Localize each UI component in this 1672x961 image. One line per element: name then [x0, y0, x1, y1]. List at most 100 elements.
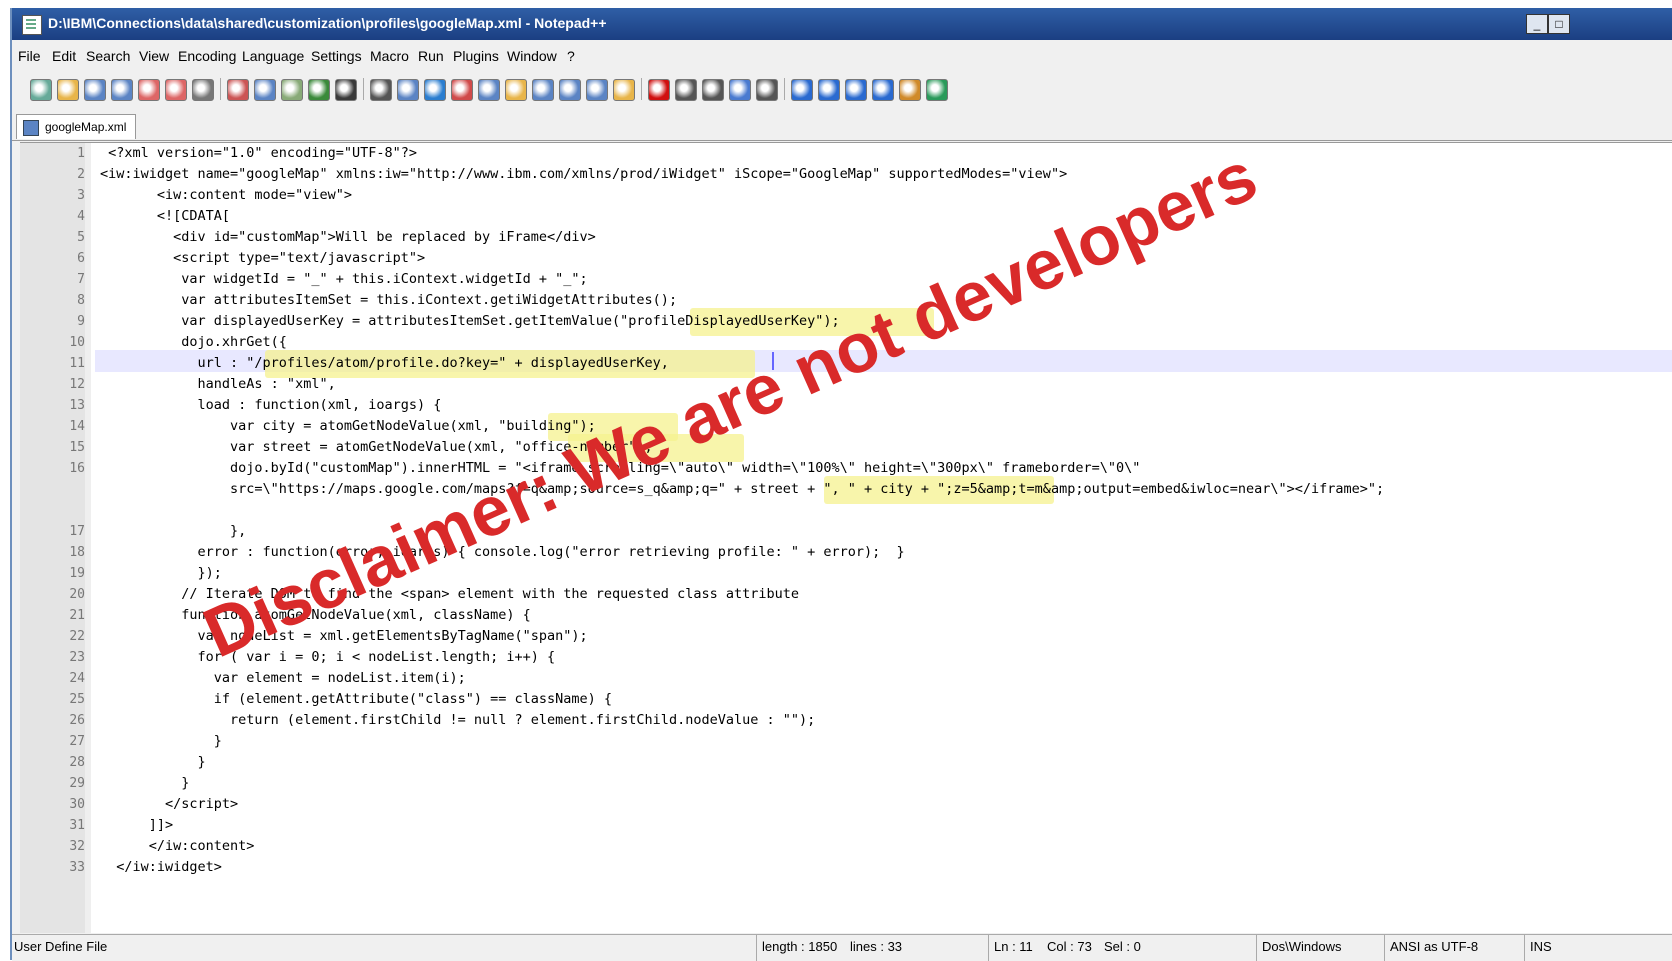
toolbar — [12, 70, 1672, 106]
minimize-button[interactable]: _ — [1526, 14, 1548, 34]
zoom-out-icon[interactable] — [451, 79, 473, 101]
close-all-icon[interactable] — [165, 79, 187, 101]
code-line: var attributesItemSet = this.iContext.ge… — [100, 292, 678, 308]
code-line: } — [100, 775, 190, 791]
line-number: 16 — [69, 461, 85, 476]
open-file-icon[interactable] — [57, 79, 79, 101]
record-macro-icon[interactable] — [648, 79, 670, 101]
status-lines: lines : 33 — [850, 939, 903, 954]
code-line: var element = nodeList.item(i); — [100, 670, 466, 686]
menu-bar: File Edit Search View Encoding Language … — [12, 42, 1672, 68]
menu-macro[interactable]: Macro — [370, 48, 409, 64]
line-number: 8 — [77, 293, 85, 308]
spell-check-icon[interactable] — [926, 79, 948, 101]
code-line: url : "/profiles/atom/profile.do?key=" +… — [100, 355, 669, 371]
code-line: </iw:content> — [100, 838, 255, 854]
next-icon[interactable] — [845, 79, 867, 101]
play-macro-icon[interactable] — [702, 79, 724, 101]
line-number: 5 — [77, 230, 85, 245]
status-insert-mode: INS — [1530, 939, 1552, 954]
sync-vertical-icon[interactable] — [478, 79, 500, 101]
line-number: 4 — [77, 209, 85, 224]
status-length: length : 1850 — [762, 939, 838, 954]
line-number-gutter: 1 2 3 4 5 6 7 8 9 10 11 12 13 14 15 16 17 18 19 20 21 22 23 24 2… — [20, 143, 85, 933]
status-encoding: ANSI as UTF-8 — [1390, 939, 1479, 954]
menu-search[interactable]: Search — [86, 48, 130, 64]
prev-icon[interactable] — [818, 79, 840, 101]
menu-edit[interactable]: Edit — [52, 48, 76, 64]
line-number: 27 — [69, 734, 85, 749]
redo-icon[interactable] — [335, 79, 357, 101]
toolbar-separator — [220, 78, 221, 100]
line-number: 7 — [77, 272, 85, 287]
line-number: 1 — [77, 146, 85, 161]
save-icon[interactable] — [84, 79, 106, 101]
save-macro-icon[interactable] — [756, 79, 778, 101]
replace-icon[interactable] — [397, 79, 419, 101]
code-line: var displayedUserKey = attributesItemSet… — [100, 313, 840, 329]
menu-plugins[interactable]: Plugins — [453, 48, 499, 64]
code-line: var widgetId = "_" + this.iContext.widge… — [100, 271, 588, 287]
status-column: Col : 73 — [1047, 939, 1092, 954]
print-icon[interactable] — [192, 79, 214, 101]
toolbar-separator — [641, 78, 642, 100]
code-line: } — [100, 733, 222, 749]
stop-macro-icon[interactable] — [675, 79, 697, 101]
tab-label: googleMap.xml — [45, 120, 127, 134]
status-bar: User Define File length : 1850 lines : 3… — [12, 934, 1672, 961]
code-line: <![CDATA[ — [100, 208, 231, 224]
code-line: </script> — [100, 796, 239, 812]
code-line: }, — [100, 523, 247, 539]
saved-file-icon — [23, 120, 39, 136]
status-divider — [1256, 935, 1257, 961]
find-icon[interactable] — [370, 79, 392, 101]
tab-googlemap-xml[interactable]: googleMap.xml — [16, 114, 136, 139]
line-number: 32 — [69, 839, 85, 854]
show-all-chars-icon[interactable] — [559, 79, 581, 101]
menu-view[interactable]: View — [139, 48, 169, 64]
maximize-button[interactable]: □ — [1548, 14, 1570, 34]
menu-language[interactable]: Language — [242, 48, 304, 64]
menu-encoding[interactable]: Encoding — [178, 48, 236, 64]
run-macro-multiple-icon[interactable] — [729, 79, 751, 101]
line-number: 29 — [69, 776, 85, 791]
menu-settings[interactable]: Settings — [311, 48, 362, 64]
undo-icon[interactable] — [308, 79, 330, 101]
fold-all-icon[interactable] — [791, 79, 813, 101]
status-divider — [1524, 935, 1525, 961]
code-line: handleAs : "xml", — [100, 376, 336, 392]
trim-icon[interactable] — [899, 79, 921, 101]
paste-icon[interactable] — [281, 79, 303, 101]
code-line: dojo.xhrGet({ — [100, 334, 287, 350]
menu-window[interactable]: Window — [507, 48, 557, 64]
line-number: 26 — [69, 713, 85, 728]
code-line: if (element.getAttribute("class") == cla… — [100, 691, 613, 707]
word-wrap-icon[interactable] — [532, 79, 554, 101]
menu-run[interactable]: Run — [418, 48, 444, 64]
line-number: 30 — [69, 797, 85, 812]
menu-file[interactable]: File — [18, 48, 41, 64]
copy-icon[interactable] — [254, 79, 276, 101]
code-line: var city = atomGetNodeValue(xml, "buildi… — [100, 418, 596, 434]
unfold-all-icon[interactable] — [872, 79, 894, 101]
line-number: 18 — [69, 545, 85, 560]
new-file-icon[interactable] — [30, 79, 52, 101]
menu-help[interactable]: ? — [567, 48, 575, 64]
toolbar-separator — [784, 78, 785, 100]
code-line: <script type="text/javascript"> — [100, 250, 426, 266]
line-number: 20 — [69, 587, 85, 602]
line-number: 21 — [69, 608, 85, 623]
line-number: 19 — [69, 566, 85, 581]
line-number: 10 — [69, 335, 85, 350]
doc-map-icon[interactable] — [613, 79, 635, 101]
sync-horizontal-icon[interactable] — [505, 79, 527, 101]
zoom-in-icon[interactable] — [424, 79, 446, 101]
line-number: 33 — [69, 860, 85, 875]
cut-icon[interactable] — [227, 79, 249, 101]
code-editor[interactable]: 1 2 3 4 5 6 7 8 9 10 11 12 13 14 15 16 17 18 19 20 21 22 23 24 2… — [20, 142, 1672, 933]
save-all-icon[interactable] — [111, 79, 133, 101]
indent-guide-icon[interactable] — [586, 79, 608, 101]
close-icon[interactable] — [138, 79, 160, 101]
line-number: 13 — [69, 398, 85, 413]
line-number — [30, 479, 85, 500]
